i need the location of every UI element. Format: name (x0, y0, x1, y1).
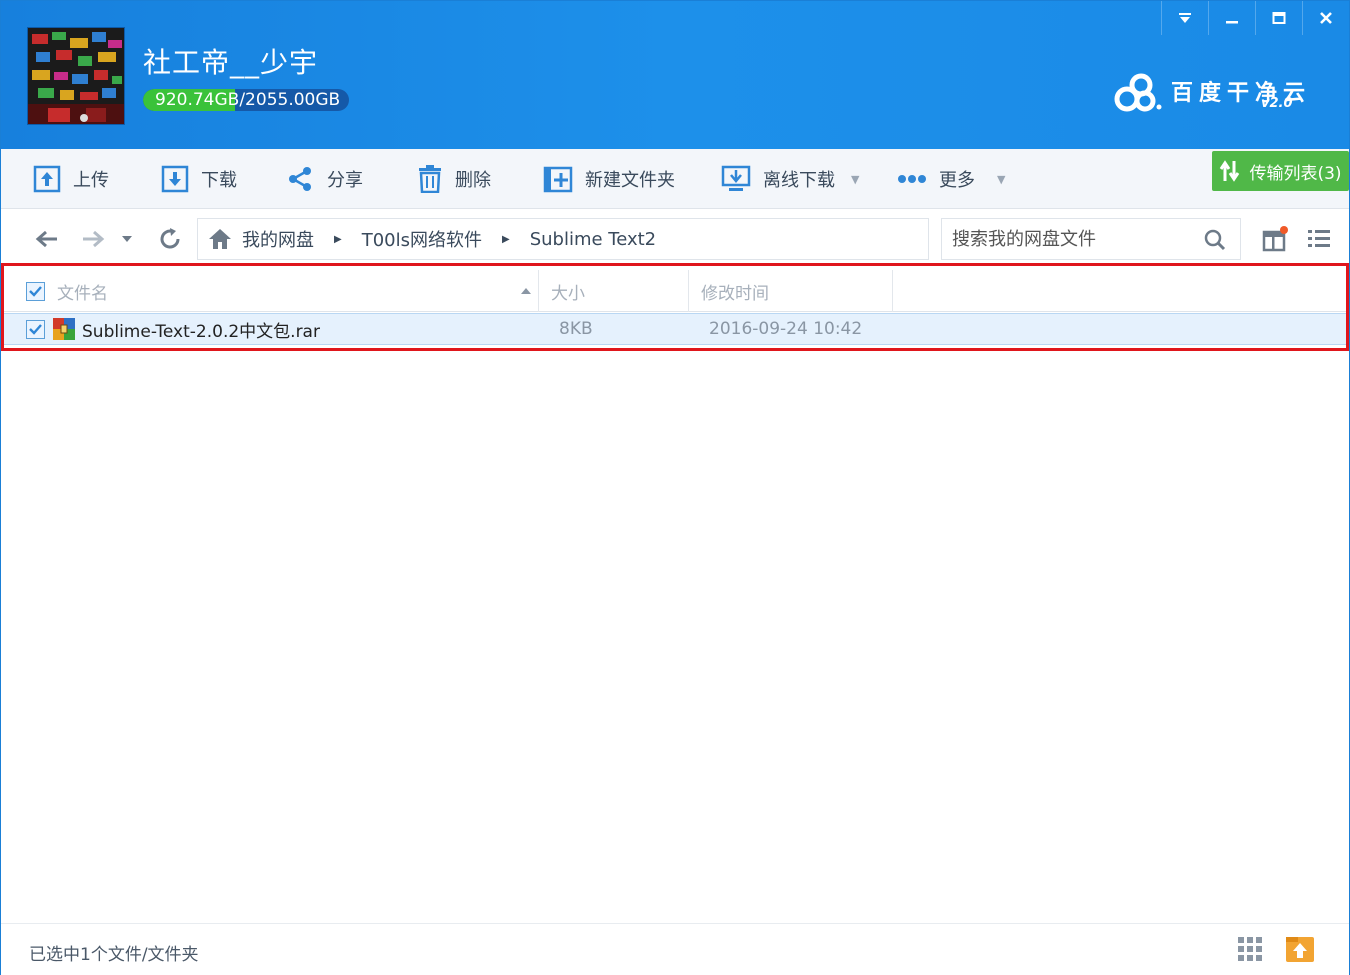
download-button[interactable]: 下载 (161, 163, 237, 195)
column-label-size: 大小 (551, 283, 585, 304)
rar-archive-icon (53, 318, 75, 340)
checkmark-icon (29, 285, 42, 297)
breadcrumb-item-current[interactable]: Sublime Text2 (530, 229, 656, 250)
chevron-down-icon: ▼ (851, 172, 860, 186)
table-header: 文件名 大小 修改时间 (4, 270, 1346, 312)
sort-ascending-icon (521, 288, 531, 294)
row-checkbox-cell (26, 314, 45, 344)
column-header-name[interactable]: 文件名 (4, 270, 539, 312)
select-all-checkbox[interactable] (26, 281, 45, 301)
more-label: 更多 (939, 170, 975, 191)
share-label: 分享 (327, 170, 363, 191)
back-arrow-icon (35, 230, 57, 248)
upload-folder-icon[interactable] (1285, 934, 1315, 964)
maximize-icon (1272, 12, 1286, 24)
storage-quota-text: 920.74GB/2055.00GB (155, 90, 340, 110)
trash-icon (419, 165, 441, 193)
refresh-icon (160, 228, 180, 249)
upload-button[interactable]: 上传 (33, 163, 109, 195)
download-icon (161, 165, 189, 193)
forward-button[interactable] (80, 226, 106, 252)
username: 社工帝__少宇 (143, 46, 319, 79)
avatar-image (28, 28, 124, 124)
app-window-icon (1262, 226, 1288, 252)
toolbar: 上传 下载 分享 删除 新建文件夹 离线下载 ▼ 更多 ▼ (1, 149, 1349, 209)
app-window: 社工帝__少宇 920.74GB/2055.00GB 百度干净云 v2.0 上传… (0, 0, 1350, 975)
window-controls (1161, 1, 1349, 35)
column-header-modified[interactable]: 修改时间 (689, 270, 893, 312)
more-button[interactable]: 更多 ▼ (897, 163, 1005, 195)
home-icon[interactable] (208, 228, 232, 250)
row-checkbox[interactable] (26, 319, 45, 339)
checkmark-icon (29, 323, 42, 335)
transfer-arrows-icon (1220, 160, 1240, 182)
forward-arrow-icon (83, 230, 105, 248)
table-row[interactable]: Sublime-Text-2.0.2中文包.rar 8KB 2016-09-24… (4, 313, 1346, 345)
new-folder-icon (543, 166, 573, 193)
share-icon (289, 167, 311, 191)
file-name-cell: Sublime-Text-2.0.2中文包.rar (52, 314, 320, 344)
column-label-modified: 修改时间 (701, 283, 769, 304)
avatar[interactable] (27, 27, 125, 125)
chevron-down-icon: ▼ (997, 172, 1006, 186)
new-folder-button[interactable]: 新建文件夹 (543, 163, 675, 195)
dropdown-menu-icon (1179, 13, 1191, 23)
search-box (941, 218, 1241, 260)
brand: 百度干净云 v2.0 (1113, 69, 1313, 119)
file-table-highlight: 文件名 大小 修改时间 Sublime-Text-2.0.2中文包.rar 8K… (1, 263, 1349, 351)
file-name[interactable]: Sublime-Text-2.0.2中文包.rar (82, 317, 320, 342)
close-icon (1320, 12, 1332, 24)
close-button[interactable] (1302, 1, 1349, 35)
breadcrumb-item-home[interactable]: 我的网盘 (242, 226, 314, 252)
column-header-size[interactable]: 大小 (539, 270, 689, 312)
breadcrumb: 我的网盘 ▶ T00ls网络软件 ▶ Sublime Text2 (197, 218, 929, 260)
dropdown-menu-button[interactable] (1161, 1, 1208, 35)
grid-view-icon[interactable] (1237, 936, 1263, 962)
delete-label: 删除 (455, 170, 491, 191)
history-dropdown-button[interactable] (117, 226, 137, 252)
new-folder-label: 新建文件夹 (585, 170, 675, 191)
navigation-bar: 我的网盘 ▶ T00ls网络软件 ▶ Sublime Text2 (1, 210, 1349, 266)
minimize-button[interactable] (1208, 1, 1255, 35)
upload-label: 上传 (73, 170, 109, 191)
offline-download-icon (721, 165, 751, 191)
quota-total: /2055.00GB (239, 90, 341, 110)
list-view-icon (1308, 230, 1330, 247)
column-label-name: 文件名 (57, 283, 108, 304)
quota-used: 920.74GB (155, 90, 240, 110)
storage-quota-bar: 920.74GB/2055.00GB (143, 89, 349, 111)
download-label: 下载 (201, 170, 237, 191)
transfer-list-button[interactable]: 传输列表(3) (1212, 151, 1349, 191)
cloud-logo-icon (1114, 73, 1162, 112)
brand-version: v2.0 (1261, 96, 1293, 111)
chevron-down-icon (122, 236, 132, 242)
search-input[interactable] (952, 227, 1192, 251)
breadcrumb-item-tools[interactable]: T00ls网络软件 (362, 226, 482, 252)
minimize-icon (1226, 21, 1238, 24)
refresh-button[interactable] (157, 226, 183, 252)
status-bar: 已选中1个文件/文件夹 (1, 923, 1349, 975)
offline-download-label: 离线下载 (763, 170, 835, 191)
delete-button[interactable]: 删除 (417, 163, 491, 195)
selection-status: 已选中1个文件/文件夹 (29, 945, 199, 965)
app-center-button[interactable] (1262, 226, 1288, 252)
upload-icon (33, 165, 61, 193)
breadcrumb-separator-icon[interactable]: ▶ (502, 234, 510, 245)
back-button[interactable] (34, 226, 60, 252)
transfer-list-label: 传输列表(3) (1249, 163, 1342, 184)
list-view-button[interactable] (1306, 226, 1332, 252)
share-button[interactable]: 分享 (287, 163, 363, 195)
offline-download-button[interactable]: 离线下载 ▼ (721, 163, 859, 195)
search-icon[interactable] (1204, 229, 1226, 251)
header: 社工帝__少宇 920.74GB/2055.00GB 百度干净云 v2.0 (1, 1, 1349, 149)
file-size: 8KB (559, 319, 593, 339)
more-dots-icon (898, 175, 926, 183)
file-modified-time: 2016-09-24 10:42 (709, 319, 863, 339)
breadcrumb-separator-icon[interactable]: ▶ (334, 234, 342, 245)
maximize-button[interactable] (1255, 1, 1302, 35)
